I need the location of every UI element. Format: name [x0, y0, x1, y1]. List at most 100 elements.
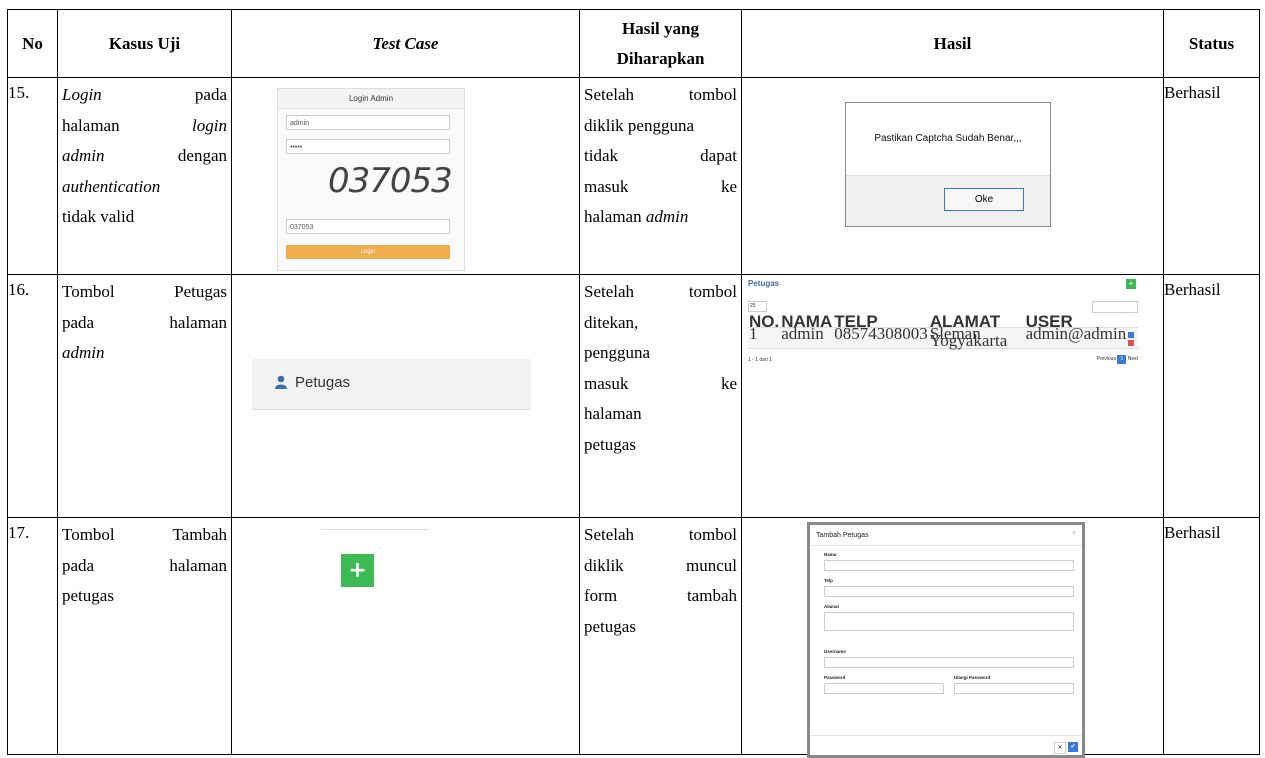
harapan-line: petugas — [584, 434, 636, 454]
kasus-uji-cell: Login pada halaman login admin dengan au… — [57, 77, 232, 275]
edit-icon — [1128, 332, 1135, 339]
harapan-line: halaman admin — [584, 207, 689, 226]
header-no: No — [7, 9, 58, 78]
kasus-line: admin — [62, 343, 105, 362]
oke-button: Oke — [944, 188, 1024, 211]
hasil-diharapkan-cell: Setelah tombol diklik muncul form tambah… — [579, 517, 742, 755]
page-size-select: 25 — [748, 301, 767, 312]
page-title: Petugas — [748, 279, 780, 288]
kasus-line: petugas — [62, 586, 114, 605]
hasil-diharapkan-cell: Setelah tombol ditekan, pengguna masuk k… — [579, 274, 742, 518]
password-field — [824, 683, 944, 694]
harapan-line: ditekan, — [584, 312, 639, 332]
table-row: 1 admin 08574308003 Sleman Yogyakarta admin@… — [748, 325, 1138, 350]
hasil-diharapkan-cell: Setelah tombol diklik pengguna tidak dap… — [579, 77, 742, 275]
harapan-line: form tambah — [584, 586, 737, 605]
petugas-page-screenshot: Petugas + 25 NO. NAMA TELP ALAMAT USER 1 admi… — [748, 279, 1138, 389]
telp-label: Telp — [824, 578, 833, 583]
harapan-line: Setelah tombol — [584, 282, 737, 301]
status-cell: Berhasil — [1163, 77, 1260, 275]
save-button: ✔ — [1068, 742, 1078, 752]
harapan-line: diklik muncul — [584, 555, 737, 575]
header-status: Status — [1163, 9, 1260, 78]
ulangi-password-field — [954, 683, 1074, 694]
kasus-uji-cell: Tombol Tambah pada halaman petugas — [57, 517, 232, 755]
harapan-line: pengguna — [584, 343, 651, 362]
sidebar-item-label: Petugas — [295, 374, 351, 391]
login-admin-screenshot: Login Admin admin ••••• 037053 037053 Lo… — [277, 88, 465, 271]
header-hasil-diharapkan-line1: Hasil yang — [622, 18, 699, 38]
kasus-line: pada halaman — [62, 555, 227, 575]
login-button: Login — [286, 245, 450, 259]
close-icon: × — [1071, 530, 1076, 537]
user-icon — [275, 375, 287, 389]
harapan-line: masuk ke — [584, 176, 737, 196]
kasus-uji-cell: Tombol Petugas pada halaman admin — [57, 274, 232, 518]
table-row: 16. Tombol Petugas pada halaman admin Pe… — [7, 274, 1260, 518]
test-case-cell: Login Admin admin ••••• 037053 037053 Lo… — [231, 77, 580, 275]
table-info: 1 - 1 dari 1 — [748, 357, 772, 363]
captcha-image: 037053 — [328, 161, 453, 201]
tambah-petugas-form: Tambah Petugas × Nama Telp Alamat Userna… — [807, 522, 1085, 758]
alamat-field — [824, 612, 1074, 631]
harapan-line: masuk ke — [584, 373, 737, 393]
kasus-line: pada halaman — [62, 312, 227, 332]
telp-field — [824, 586, 1074, 597]
petugas-table: NO. NAMA TELP ALAMAT USER 1 admin 08574308003 S… — [748, 313, 1138, 350]
nama-label: Nama — [824, 552, 837, 557]
hasil-cell: Tambah Petugas × Nama Telp Alamat Userna… — [741, 517, 1164, 758]
table-row: 17. Tombol Tambah pada halaman petugas +… — [7, 517, 1260, 758]
alamat-label: Alamat — [824, 604, 840, 609]
kasus-line: authentication — [62, 176, 161, 196]
test-case-cell: + — [231, 517, 580, 755]
kasus-line: Tombol Tambah — [62, 525, 227, 544]
username-field: admin — [286, 115, 450, 130]
row-number: 17. — [7, 517, 58, 755]
row-number: 15. — [7, 77, 58, 275]
username-label: Username — [824, 649, 846, 654]
captcha-alert-dialog: Pastikan Captcha Sudah Benar,,, Oke — [845, 102, 1051, 227]
header-hasil-diharapkan: Hasil yang Diharapkan — [579, 9, 742, 78]
username-field — [824, 657, 1074, 668]
test-case-cell: Petugas — [231, 274, 580, 518]
hasil-cell: Petugas + 25 NO. NAMA TELP ALAMAT USER 1 admi… — [741, 274, 1164, 518]
captcha-field: 037053 — [286, 219, 450, 234]
pagination: Previous 1 Next — [1096, 355, 1138, 364]
password-label: Password — [824, 675, 846, 680]
harapan-line: petugas — [584, 616, 636, 636]
row-number: 16. — [7, 274, 58, 518]
harapan-line: tidak dapat — [584, 146, 737, 165]
header-kasus-uji: Kasus Uji — [57, 9, 232, 78]
ulangi-password-label: Ulangi Password — [954, 675, 991, 680]
login-title: Login Admin — [278, 89, 464, 109]
test-case-table: No Kasus Uji Test Case Hasil yang Dihara… — [7, 9, 1260, 758]
kasus-line: admin dengan — [62, 146, 227, 165]
divider — [321, 529, 429, 530]
harapan-line: Setelah tombol — [584, 85, 737, 104]
harapan-line: Setelah tombol — [584, 525, 737, 544]
hasil-cell: Pastikan Captcha Sudah Benar,,, Oke — [741, 77, 1164, 275]
header-hasil-diharapkan-line2: Diharapkan — [616, 48, 705, 68]
status-cell: Berhasil — [1163, 517, 1260, 755]
search-input — [1092, 301, 1138, 313]
kasus-line: tidak valid — [62, 207, 135, 226]
alert-footer: Oke — [846, 175, 1050, 226]
header-hasil: Hasil — [741, 9, 1164, 78]
kasus-line: halaman login — [62, 115, 227, 135]
table-header-row: No Kasus Uji Test Case Hasil yang Dihara… — [7, 9, 1260, 78]
cancel-button: ✕ — [1054, 742, 1066, 754]
alert-message: Pastikan Captcha Sudah Benar,,, — [874, 133, 1022, 144]
sidebar-item-petugas: Petugas — [252, 359, 531, 410]
form-title: Tambah Petugas — [816, 532, 869, 539]
add-petugas-button: + — [341, 554, 374, 587]
table-row: 15. Login pada halaman login admin denga… — [7, 77, 1260, 275]
password-field: ••••• — [286, 139, 450, 154]
kasus-line: Login pada — [62, 85, 227, 104]
harapan-line: diklik pengguna — [584, 115, 695, 135]
status-cell: Berhasil — [1163, 274, 1260, 518]
add-button: + — [1126, 279, 1136, 289]
header-test-case: Test Case — [231, 9, 580, 78]
delete-icon — [1128, 340, 1135, 347]
harapan-line: halaman — [584, 404, 642, 423]
nama-field — [824, 560, 1074, 571]
